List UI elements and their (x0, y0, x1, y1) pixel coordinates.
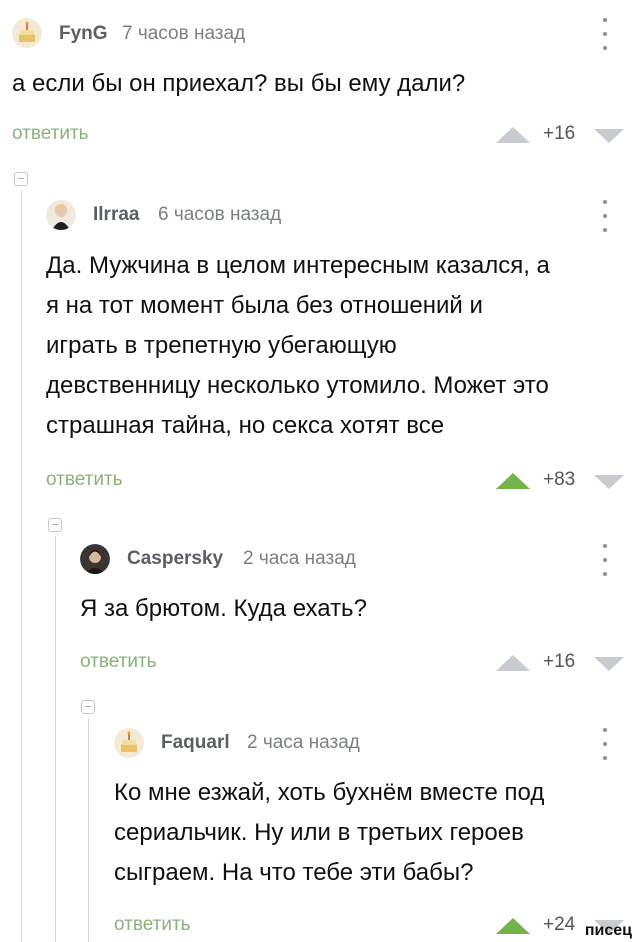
reply-link[interactable]: ответить (80, 651, 157, 673)
comment-text: Я за брютом. Куда ехать? (80, 595, 367, 622)
upvote-icon[interactable] (496, 918, 530, 934)
user-photo-avatar[interactable] (80, 544, 110, 574)
user-photo-avatar[interactable] (46, 200, 76, 230)
cake-avatar-icon[interactable] (114, 728, 144, 758)
comment: FynG 7 часов назад а если бы он приехал?… (0, 0, 640, 160)
cake-avatar-icon[interactable] (12, 18, 42, 48)
comment-text: Ко мне езжай, хоть бухнём вместе под сер… (114, 779, 545, 886)
timestamp: 2 часа назад (243, 548, 356, 569)
timestamp: 7 часов назад (122, 23, 246, 44)
downvote-icon[interactable] (594, 129, 624, 143)
downvote-icon[interactable] (594, 475, 624, 489)
watermark: писец (584, 922, 632, 939)
username[interactable]: FynG (59, 23, 108, 45)
username[interactable]: Ilrraa (93, 204, 139, 226)
comment-text: Да. Мужчина в целом интересным казался, … (46, 252, 550, 439)
score: +16 (543, 123, 576, 144)
reply-link[interactable]: ответить (12, 123, 89, 145)
downvote-icon[interactable] (594, 657, 624, 671)
more-options-icon[interactable] (599, 200, 611, 232)
more-options-icon[interactable] (599, 728, 611, 760)
more-options-icon[interactable] (599, 18, 611, 50)
upvote-icon[interactable] (496, 127, 530, 143)
comment: Ilrraa 6 часов назад Да. Мужчина в целом… (0, 190, 640, 510)
comment-text: а если бы он приехал? вы бы ему дали? (12, 70, 466, 97)
username[interactable]: Faquarl (161, 732, 230, 754)
timestamp: 2 часа назад (247, 732, 360, 753)
more-options-icon[interactable] (599, 544, 611, 576)
timestamp: 6 часов назад (158, 204, 282, 225)
reply-link[interactable]: ответить (46, 469, 123, 491)
score: +83 (543, 469, 576, 490)
collapse-thread-button[interactable] (14, 172, 28, 186)
collapse-thread-button[interactable] (48, 518, 62, 532)
upvote-icon[interactable] (496, 655, 530, 671)
comment: Caspersky 2 часа назад Я за брютом. Куда… (0, 536, 640, 696)
score: +24 (543, 914, 576, 935)
score: +16 (543, 651, 576, 672)
username[interactable]: Caspersky (127, 548, 223, 570)
collapse-thread-button[interactable] (81, 700, 95, 714)
reply-link[interactable]: ответить (114, 914, 191, 936)
comment: Faquarl 2 часа назад Ко мне езжай, хоть … (0, 718, 640, 942)
upvote-icon[interactable] (496, 473, 530, 489)
